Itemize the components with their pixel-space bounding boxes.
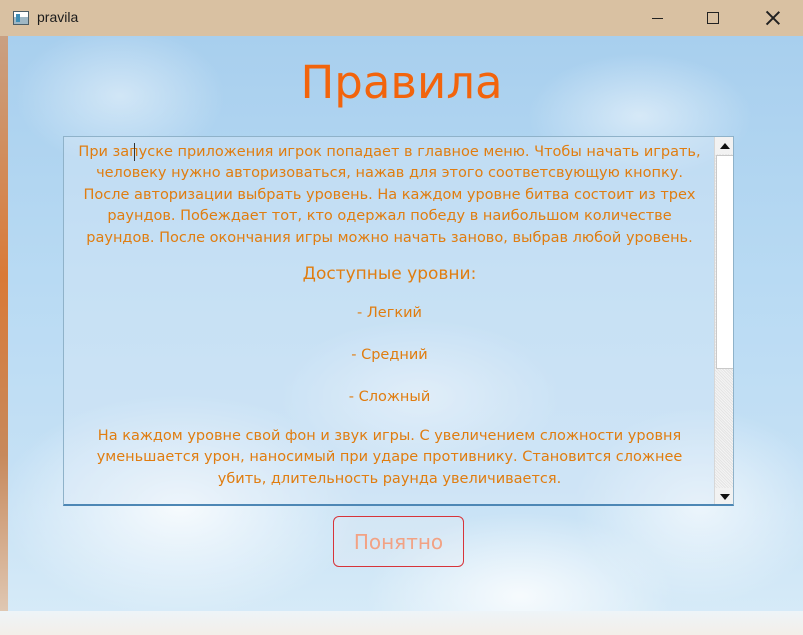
scrollbar-thumb[interactable] [716, 155, 733, 369]
close-icon [766, 11, 780, 25]
close-button[interactable] [750, 0, 796, 36]
text-caret [134, 143, 135, 161]
rules-outro-paragraph: На каждом уровне свой фон и звук игры. С… [96, 428, 683, 487]
levels-heading: Доступные уровни: [302, 264, 477, 285]
maximize-button[interactable] [690, 0, 736, 36]
arrow-down-icon [720, 493, 730, 500]
vertical-scrollbar[interactable] [714, 137, 733, 504]
window-title: pravila [37, 9, 79, 25]
level-item-medium: - Средний [351, 347, 428, 364]
scroll-up-button[interactable] [715, 137, 733, 154]
understood-button[interactable]: Понятно [333, 516, 464, 567]
page-title: Правила [300, 56, 503, 109]
window-titlebar[interactable]: pravila [0, 0, 803, 36]
rules-intro-paragraph: При запуске приложения игрок попадает в … [78, 144, 701, 246]
minimize-icon [651, 17, 663, 19]
scroll-down-button[interactable] [715, 488, 733, 504]
left-edge-decoration [0, 36, 8, 635]
minimize-button[interactable] [634, 0, 680, 36]
level-item-hard: - Сложный [348, 389, 431, 406]
bottom-edge [0, 611, 803, 635]
rules-text-area[interactable]: При запуске приложения игрок попадает в … [63, 136, 734, 506]
level-item-easy: - Легкий [357, 305, 422, 322]
window-client-area: Правила При запуске приложения игрок поп… [0, 36, 803, 635]
arrow-up-icon [720, 142, 730, 149]
maximize-icon [707, 12, 719, 24]
rules-text-content: При запуске приложения игрок попадает в … [64, 137, 715, 490]
app-icon [13, 11, 29, 25]
